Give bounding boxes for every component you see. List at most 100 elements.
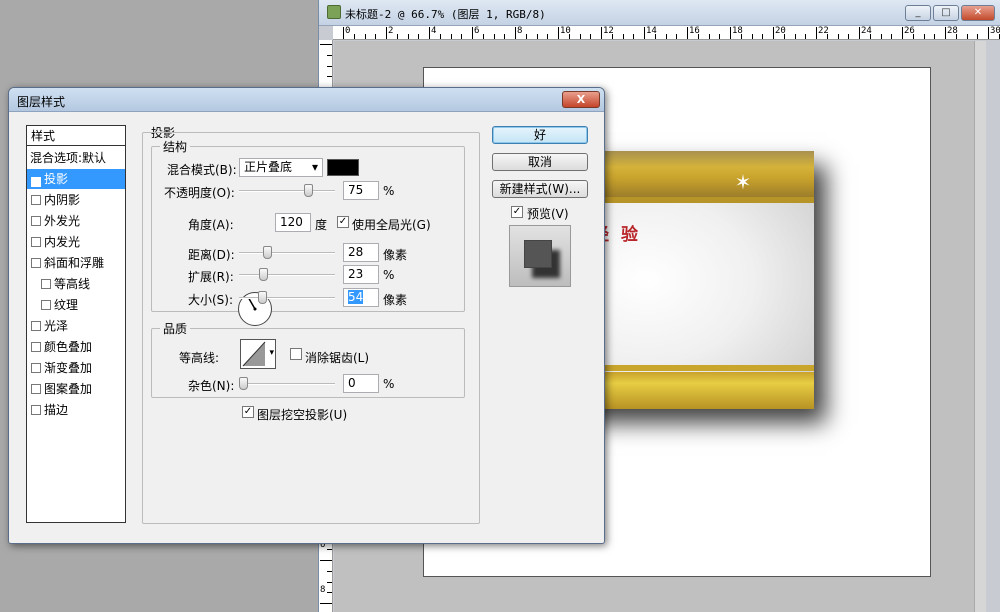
preview-checkbox[interactable]: ✓	[511, 206, 523, 218]
global-light-checkbox[interactable]: ✓	[337, 216, 349, 228]
hruler-tick	[622, 34, 624, 39]
hruler-tick	[697, 34, 699, 39]
style-item[interactable]: 内发光	[27, 232, 125, 252]
distance-slider-thumb[interactable]	[263, 246, 273, 259]
style-item[interactable]: 外发光	[27, 211, 125, 231]
hruler-tick	[826, 34, 828, 39]
cancel-button[interactable]: 取消	[492, 153, 588, 171]
new-style-button[interactable]: 新建样式(W)...	[492, 180, 588, 198]
knockout-checkbox[interactable]: ✓	[242, 406, 254, 418]
style-item-checkbox[interactable]	[31, 321, 41, 331]
hruler-tick	[880, 34, 882, 39]
style-item-checkbox[interactable]	[31, 405, 41, 415]
size-input[interactable]: 54	[343, 288, 379, 307]
style-item[interactable]: 描边	[27, 400, 125, 420]
hruler-tick	[708, 34, 710, 39]
style-item-checkbox[interactable]	[31, 342, 41, 352]
style-item-checkbox[interactable]	[31, 216, 41, 226]
hruler-tick	[945, 27, 946, 39]
style-item-checkbox[interactable]	[31, 363, 41, 373]
spread-input[interactable]: 23	[343, 265, 379, 284]
opacity-slider[interactable]	[239, 184, 335, 197]
vruler-tick	[327, 65, 332, 67]
style-item[interactable]: 斜面和浮雕	[27, 253, 125, 273]
size-slider-thumb[interactable]	[258, 291, 268, 304]
chevron-down-icon: ▾	[311, 160, 318, 174]
hruler-tick	[601, 27, 602, 39]
style-item-checkbox[interactable]	[31, 195, 41, 205]
spread-slider-thumb[interactable]	[259, 268, 268, 281]
preview-label: 预览(V)	[527, 207, 569, 221]
style-item-checkbox[interactable]	[41, 300, 51, 310]
vruler-tick	[327, 570, 332, 572]
hruler-tick	[977, 34, 979, 39]
blend-mode-select[interactable]: 正片叠底 ▾	[239, 158, 323, 177]
hruler-tick	[558, 27, 559, 39]
angle-input[interactable]: 120	[275, 213, 311, 232]
hruler-label: 0	[345, 26, 351, 36]
hruler-tick	[730, 27, 731, 39]
hruler-tick	[515, 27, 516, 39]
hruler-label: 4	[431, 26, 437, 36]
maximize-button[interactable]: □	[933, 5, 959, 21]
hruler-tick	[396, 34, 398, 39]
style-item[interactable]: 渐变叠加	[27, 358, 125, 378]
style-item[interactable]: 图案叠加	[27, 379, 125, 399]
opacity-input[interactable]: 75	[343, 181, 379, 200]
distance-slider[interactable]	[239, 246, 335, 259]
style-item-blending-options[interactable]: 混合选项:默认	[27, 148, 125, 168]
hruler-tick	[816, 27, 817, 39]
hruler-tick	[611, 34, 613, 39]
document-title-bar[interactable]: 未标题-2 @ 66.7% (图层 1, RGB/8) _ □ ✕	[319, 0, 1000, 26]
contour-picker[interactable]: ▾	[240, 339, 276, 369]
hruler-tick	[375, 34, 377, 39]
distance-input[interactable]: 28	[343, 243, 379, 262]
structure-title: 结构	[160, 138, 191, 155]
noise-slider-thumb[interactable]	[239, 377, 248, 390]
style-item-checkbox[interactable]	[31, 237, 41, 247]
style-item-label: 等高线	[54, 277, 91, 291]
styles-header[interactable]: 样式	[27, 126, 125, 146]
hruler-tick	[654, 34, 656, 39]
noise-input[interactable]: 0	[343, 374, 379, 393]
size-label: 大小(S):	[188, 293, 234, 307]
hruler-tick	[859, 27, 860, 39]
hruler-tick	[934, 34, 936, 39]
size-slider[interactable]	[239, 291, 335, 304]
dialog-title-bar[interactable]: 图层样式 X	[9, 88, 604, 112]
minimize-button[interactable]: _	[905, 5, 931, 21]
quality-title: 品质	[160, 320, 191, 337]
antialias-label: 消除锯齿(L)	[305, 351, 370, 365]
preview-square	[524, 240, 552, 268]
opacity-slider-thumb[interactable]	[304, 184, 314, 197]
hruler-tick	[472, 27, 473, 39]
contour-linear-icon	[242, 341, 266, 367]
hruler-tick	[740, 34, 742, 39]
hruler-tick	[773, 27, 774, 39]
style-item[interactable]: 颜色叠加	[27, 337, 125, 357]
ok-button[interactable]: 好	[492, 126, 588, 144]
size-unit: 像素	[383, 293, 408, 307]
antialias-checkbox[interactable]	[290, 348, 302, 360]
dialog-close-button[interactable]: X	[562, 91, 600, 108]
vertical-scrollbar[interactable]	[974, 41, 986, 612]
style-item[interactable]: ✓ 投影	[27, 169, 125, 189]
style-item[interactable]: 光泽	[27, 316, 125, 336]
spread-slider[interactable]	[239, 268, 335, 281]
style-item-checkbox[interactable]: ✓	[31, 177, 41, 187]
window-close-button[interactable]: ✕	[961, 5, 995, 21]
style-item[interactable]: 内阴影	[27, 190, 125, 210]
shadow-color-swatch[interactable]	[327, 159, 359, 176]
style-item[interactable]: 纹理	[27, 295, 125, 315]
style-item-label: 斜面和浮雕	[44, 256, 105, 270]
style-item[interactable]: 等高线	[27, 274, 125, 294]
hruler-tick	[719, 34, 721, 39]
style-item-checkbox[interactable]	[31, 258, 41, 268]
horizontal-ruler[interactable]: 0 2 4 6 8 10 12 14 16 18 20 22 24 26 28 30	[333, 26, 1000, 40]
vruler-tick	[327, 54, 332, 56]
hruler-label: 6	[474, 26, 480, 36]
hruler-tick	[676, 34, 678, 39]
style-item-checkbox[interactable]	[31, 384, 41, 394]
noise-slider[interactable]	[239, 377, 335, 390]
style-item-checkbox[interactable]	[41, 279, 51, 289]
